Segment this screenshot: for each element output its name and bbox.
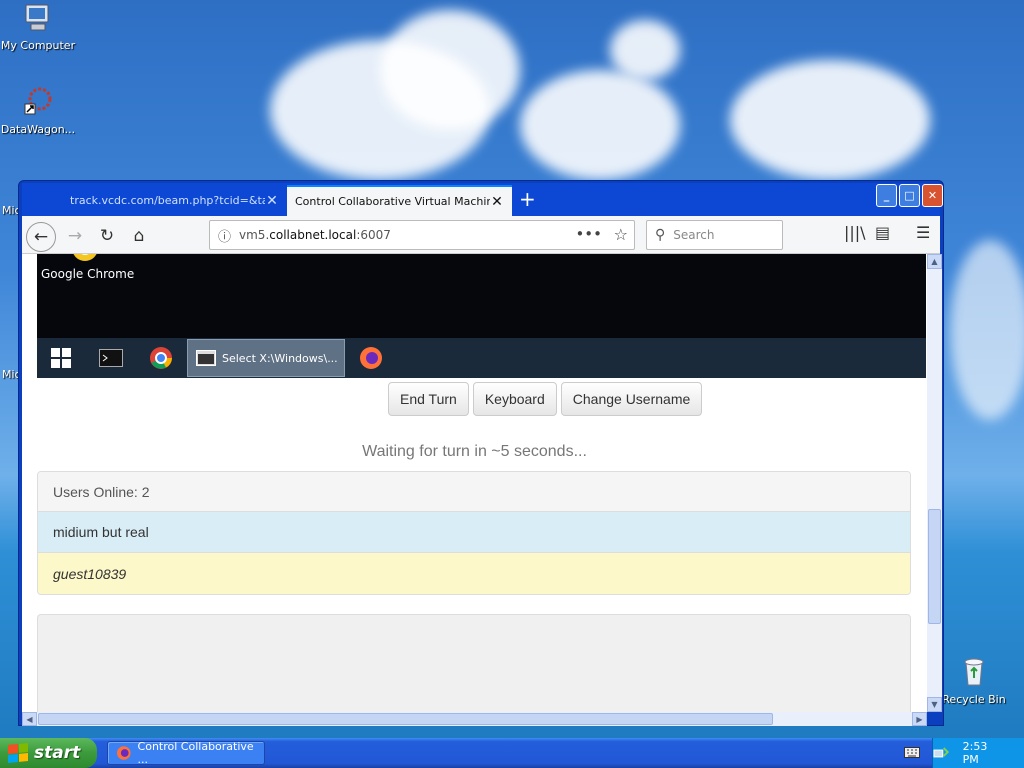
tab-collab-vm[interactable]: Control Collaborative Virtual Machines! … [287, 185, 512, 216]
home-icon[interactable]: ⌂ [126, 223, 152, 249]
chrome-desktop-icon [73, 254, 97, 261]
wallpaper-cloud [520, 70, 680, 180]
close-window-icon[interactable]: ✕ [922, 184, 943, 207]
windows-start-icon[interactable] [37, 338, 85, 378]
vertical-scroll-thumb[interactable] [928, 509, 941, 624]
close-tab-icon[interactable]: ✕ [490, 194, 504, 210]
desktop-icon-label: DataWagon... [0, 123, 76, 136]
taskbar-window-title: Control Collaborative ... [137, 740, 254, 766]
desktop-icon-label: Recycle Bin [942, 693, 1006, 706]
my-computer-icon [25, 4, 49, 31]
desktop-icon-label: My Computer [0, 39, 76, 52]
url-prefix: vm5. [239, 228, 270, 242]
remote-active-window[interactable]: Select X:\Windows\... [187, 339, 345, 377]
console-window-icon [196, 350, 216, 366]
remote-window-title: Select X:\Windows\... [222, 351, 338, 365]
clock[interactable]: 2:53 PM [963, 740, 1006, 766]
maximize-icon[interactable]: □ [899, 184, 920, 207]
nav-bar: ← → ↻ ⌂ ⓘ vm5. collabnet.local:6007 ••• ☆… [22, 216, 940, 254]
new-tab-icon[interactable]: + [519, 187, 536, 211]
scroll-right-icon[interactable]: ▶ [912, 712, 927, 726]
taskbar-window-button[interactable]: Control Collaborative ... [107, 740, 265, 766]
sidebar-icon[interactable]: ▤ [875, 223, 890, 242]
firefox-icon[interactable] [347, 338, 395, 378]
browser-window: track.vcdc.com/beam.php?tcid=&targ ✕ Con… [18, 180, 944, 726]
scroll-down-icon[interactable]: ▼ [927, 697, 942, 712]
start-label: start [34, 743, 81, 763]
wallpaper-cloud [730, 60, 930, 180]
windows-flag-icon [8, 742, 28, 764]
wallpaper-cloud [380, 10, 520, 130]
remote-desktop-label: Google Chrome [41, 267, 135, 281]
terminal-icon[interactable] [87, 338, 135, 378]
horizontal-scrollbar[interactable]: ◀ ▶ [22, 712, 927, 726]
desktop-icon-datawagon[interactable]: DataWagon... [0, 86, 78, 136]
minimize-icon[interactable]: _ [876, 184, 897, 207]
desktop-icon-recycle-bin[interactable]: Recycle Bin [934, 656, 1014, 706]
url-port: :6007 [356, 228, 391, 242]
tab-title: Control Collaborative Virtual Machines! [295, 195, 490, 208]
bookmark-star-icon[interactable]: ☆ [614, 225, 628, 244]
info-icon[interactable]: ⓘ [218, 226, 231, 245]
search-placeholder: Search [673, 228, 715, 242]
firefox-icon [116, 746, 131, 760]
scroll-left-icon[interactable]: ◀ [22, 712, 37, 726]
search-input[interactable]: ⚲ Search [646, 220, 783, 250]
tab-title: track.vcdc.com/beam.php?tcid=&targ [70, 194, 265, 207]
tab-tracker[interactable]: track.vcdc.com/beam.php?tcid=&targ ✕ [62, 185, 287, 216]
change-username-button[interactable]: Change Username [560, 382, 703, 416]
forward-icon[interactable]: → [62, 223, 88, 249]
wallpaper-cloud [610, 20, 680, 80]
network-icon[interactable] [933, 745, 949, 761]
users-online-header: Users Online: 2 [38, 472, 910, 512]
chrome-icon[interactable] [137, 338, 185, 378]
menu-icon[interactable]: ☰ [916, 223, 930, 242]
keyboard-button[interactable]: Keyboard [472, 382, 557, 416]
user-list-item: guest10839 [38, 553, 910, 594]
remote-taskbar: Select X:\Windows\... [37, 338, 926, 378]
turn-status: Waiting for turn in ~5 seconds... [362, 443, 587, 460]
chat-panel[interactable] [37, 614, 911, 712]
desktop-icon-my-computer[interactable]: My Computer [0, 2, 78, 52]
turn-controls: End Turn Keyboard Change Username [388, 382, 703, 416]
keyboard-tray-icon[interactable] [904, 745, 920, 759]
end-turn-button[interactable]: End Turn [388, 382, 469, 416]
start-button[interactable]: start [0, 738, 97, 768]
page-content: Google Chrome Select X:\Windows\... End … [22, 254, 927, 712]
url-bar[interactable]: ⓘ vm5. collabnet.local:6007 ••• ☆ [209, 220, 635, 250]
reload-icon[interactable]: ↻ [94, 223, 120, 249]
taskbar: start Control Collaborative ... 2:53 PM [0, 738, 1024, 768]
search-icon: ⚲ [655, 227, 666, 243]
system-tray: 2:53 PM [932, 738, 1024, 768]
back-icon[interactable]: ← [26, 222, 56, 252]
tab-bar: track.vcdc.com/beam.php?tcid=&targ ✕ Con… [22, 183, 943, 216]
library-icon[interactable]: |||\ [844, 223, 866, 242]
close-tab-icon[interactable]: ✕ [265, 193, 279, 209]
users-panel: Users Online: 2 midium but real guest108… [37, 471, 911, 595]
wallpaper-cloud [950, 240, 1024, 420]
user-list-item: midium but real [38, 512, 910, 553]
horizontal-scroll-thumb[interactable] [38, 713, 773, 725]
vertical-scrollbar[interactable]: ▲ ▼ [927, 254, 942, 712]
page-actions-icon[interactable]: ••• [575, 225, 602, 243]
scroll-up-icon[interactable]: ▲ [927, 254, 942, 269]
url-host: collabnet.local [269, 228, 357, 242]
datawagon-icon [24, 87, 52, 115]
recycle-bin-icon [964, 658, 984, 686]
